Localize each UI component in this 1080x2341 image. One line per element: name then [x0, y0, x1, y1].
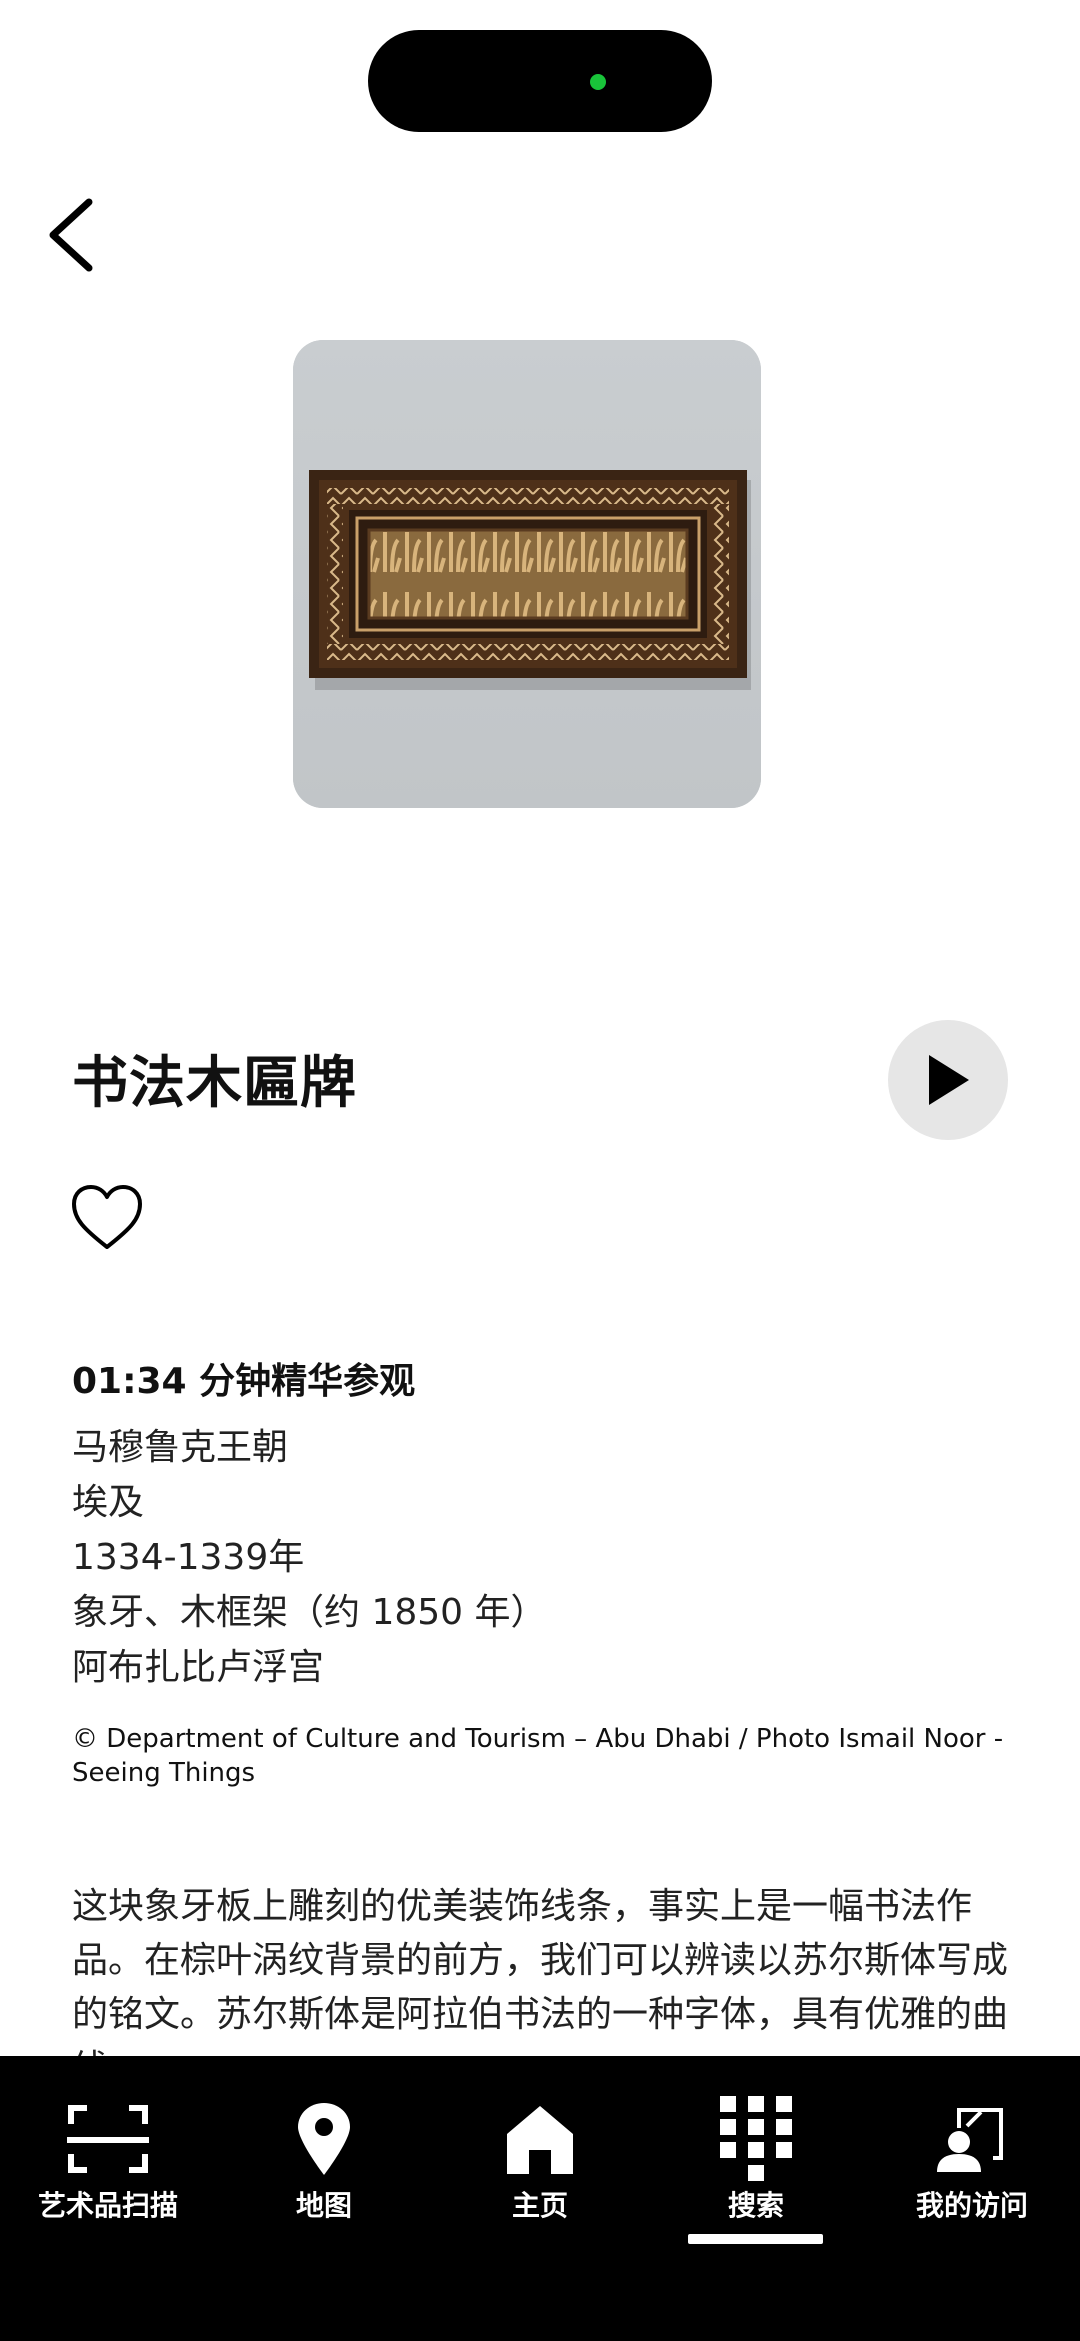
bottom-tab-bar: 艺术品扫描 地图 主页 搜索 我的访问 — [0, 2056, 1080, 2341]
meta-origin: 埃及 — [72, 1482, 145, 1523]
play-audio-button[interactable] — [888, 1020, 1008, 1140]
tab-artwork-scan[interactable]: 艺术品扫描 — [8, 2056, 208, 2256]
dynamic-island — [368, 30, 712, 132]
tab-my-visit[interactable]: 我的访问 — [872, 2056, 1072, 2256]
meta-material: 象牙、木框架（约 1850 年） — [72, 1592, 547, 1633]
artwork-image — [293, 340, 761, 808]
home-icon — [495, 2094, 585, 2184]
favorite-button[interactable] — [70, 1183, 144, 1253]
tab-label: 艺术品扫描 — [37, 2189, 178, 2222]
tab-label: 主页 — [511, 2189, 568, 2222]
audio-duration-label: 01:34 分钟精华参观 — [72, 1361, 416, 1402]
active-tab-indicator — [688, 2234, 823, 2244]
meta-dynasty: 马穆鲁克王朝 — [72, 1427, 289, 1468]
status-indicator-dot — [590, 74, 606, 90]
back-button[interactable] — [40, 190, 100, 280]
keypad-icon — [711, 2094, 801, 2184]
photo-credit: © Department of Culture and Tourism – Ab… — [72, 1724, 1004, 1788]
tab-search[interactable]: 搜索 — [656, 2056, 856, 2256]
meta-collection: 阿布扎比卢浮宫 — [72, 1647, 325, 1688]
tab-label: 我的访问 — [915, 2189, 1028, 2222]
play-icon — [929, 1055, 969, 1105]
chevron-left-icon — [49, 198, 93, 272]
meta-date: 1334-1339年 — [72, 1537, 305, 1578]
tab-label: 地图 — [295, 2189, 352, 2222]
tab-label: 搜索 — [727, 2189, 784, 2222]
artwork-metadata: 马穆鲁克王朝 埃及 1334-1339年 象牙、木框架（约 1850 年） 阿布… — [72, 1420, 547, 1695]
artwork-title: 书法木匾牌 — [72, 1051, 357, 1116]
map-pin-icon — [279, 2094, 369, 2184]
scan-icon — [63, 2094, 153, 2184]
heart-icon — [72, 1185, 142, 1249]
tab-home[interactable]: 主页 — [440, 2056, 640, 2256]
visitor-icon — [927, 2094, 1017, 2184]
tab-map[interactable]: 地图 — [224, 2056, 424, 2256]
